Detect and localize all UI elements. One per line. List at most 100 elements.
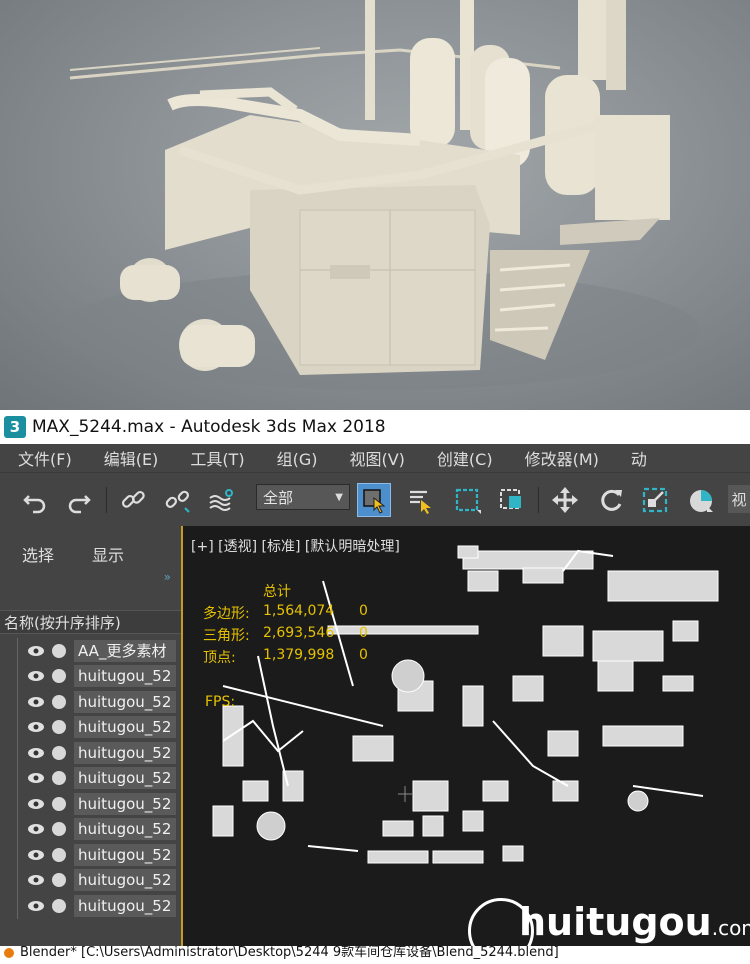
list-item[interactable]: huitugou_52 (0, 663, 181, 689)
menu-tools[interactable]: 工具(T) (190, 446, 244, 470)
list-item[interactable]: huitugou_52 (0, 893, 181, 919)
list-item-label: huitugou_52 (74, 843, 176, 866)
freeze-dot-icon[interactable] (52, 822, 66, 837)
stats-row-value: 1,564,074 (263, 603, 335, 619)
menu-modifiers[interactable]: 修改器(M) (525, 446, 599, 470)
rectangular-selection-region-icon[interactable] (450, 483, 484, 517)
freeze-dot-icon[interactable] (52, 873, 66, 888)
list-item-label: huitugou_52 (74, 741, 176, 764)
visibility-eye-icon[interactable] (28, 721, 44, 733)
list-item-label: huitugou_52 (74, 869, 176, 892)
list-item-label: huitugou_52 (74, 818, 176, 841)
freeze-dot-icon[interactable] (52, 720, 66, 735)
selection-filter-dropdown[interactable]: 全部 ▼ (256, 484, 350, 510)
list-item[interactable]: huitugou_52 (0, 714, 181, 740)
blender-app-icon (4, 947, 14, 958)
main-toolbar: 全部 ▼ 视 (0, 472, 750, 527)
freeze-dot-icon[interactable] (52, 745, 66, 760)
list-item-label: huitugou_52 (74, 716, 176, 739)
visibility-eye-icon[interactable] (28, 823, 44, 835)
perspective-viewport[interactable]: [+] [透视] [标准] [默认明暗处理] 总计 多边形: 1,564,074… (181, 526, 750, 946)
scene-explorer: 选择 显示 » 名称(按升序排序) AA_更多素材 huitugou_52 hu… (0, 526, 181, 946)
toolbar-separator (106, 487, 107, 513)
list-item[interactable]: AA_更多素材 (0, 638, 181, 664)
visibility-eye-icon[interactable] (28, 874, 44, 886)
stats-row-selected: 0 (359, 647, 368, 663)
watermark-suffix: .com (711, 916, 750, 940)
select-object-button[interactable] (357, 483, 391, 517)
freeze-dot-icon[interactable] (52, 643, 66, 658)
blender-window-title: Blender* [C:\Users\Administrator\Desktop… (0, 946, 750, 960)
menu-group[interactable]: 组(G) (277, 446, 318, 470)
blender-title-text: Blender* [C:\Users\Administrator\Desktop… (20, 946, 559, 960)
visibility-eye-icon[interactable] (28, 849, 44, 861)
redo-icon[interactable] (62, 483, 96, 517)
menu-create[interactable]: 创建(C) (437, 446, 493, 470)
freeze-dot-icon[interactable] (52, 694, 66, 709)
industrial-equipment-render (60, 0, 700, 390)
expand-chevron-icon[interactable]: » (164, 570, 171, 584)
list-item-label: huitugou_52 (74, 767, 176, 790)
freeze-dot-icon[interactable] (52, 669, 66, 684)
freeze-dot-icon[interactable] (52, 771, 66, 786)
stats-row-label: 三角形: (203, 628, 250, 644)
list-item-label: huitugou_52 (74, 792, 176, 815)
move-icon[interactable] (548, 483, 582, 517)
stats-triangles: 三角形: 2,693,546 0 (203, 625, 368, 647)
stats-total-label: 总计 (263, 584, 291, 600)
freeze-dot-icon[interactable] (52, 796, 66, 811)
visibility-eye-icon[interactable] (28, 645, 44, 657)
visibility-eye-icon[interactable] (28, 798, 44, 810)
list-item[interactable]: huitugou_52 (0, 740, 181, 766)
render-preview (0, 0, 750, 410)
visibility-eye-icon[interactable] (28, 747, 44, 759)
stats-vertices: 顶点: 1,379,998 0 (203, 647, 368, 669)
placement-icon[interactable] (684, 483, 718, 517)
list-item-label: AA_更多素材 (74, 639, 176, 662)
list-item-label: huitugou_52 (74, 665, 176, 688)
visibility-eye-icon[interactable] (28, 900, 44, 912)
undo-icon[interactable] (18, 483, 52, 517)
stats-row-label: 顶点: (203, 650, 236, 666)
menu-views[interactable]: 视图(V) (349, 446, 404, 470)
tab-display[interactable]: 显示 (92, 542, 124, 566)
select-by-name-icon[interactable] (404, 483, 438, 517)
stats-row-value: 2,693,546 (263, 625, 335, 641)
list-item[interactable]: huitugou_52 (0, 689, 181, 715)
statistics-overlay: 总计 多边形: 1,564,074 0 三角形: 2,693,546 0 顶点:… (203, 581, 368, 669)
visibility-eye-icon[interactable] (28, 696, 44, 708)
menu-file[interactable]: 文件(F) (18, 446, 72, 470)
view-dropdown[interactable]: 视 (728, 485, 750, 513)
scale-icon[interactable] (638, 483, 672, 517)
bind-spacewarp-icon[interactable] (204, 483, 238, 517)
stats-row-selected: 0 (359, 625, 368, 641)
stats-polygons: 多边形: 1,564,074 0 (203, 603, 368, 625)
list-item[interactable]: huitugou_52 (0, 816, 181, 842)
freeze-dot-icon[interactable] (52, 898, 66, 913)
watermark-text: huitugou (519, 900, 712, 944)
toolbar-separator (538, 487, 539, 513)
menu-bar: 文件(F) 编辑(E) 工具(T) 组(G) 视图(V) 创建(C) 修改器(M… (0, 444, 750, 472)
visibility-eye-icon[interactable] (28, 772, 44, 784)
watermark: huitugou.com (465, 900, 750, 944)
viewport-label[interactable]: [+] [透视] [标准] [默认明暗处理] (191, 536, 400, 556)
unlink-icon[interactable] (160, 483, 194, 517)
window-crossing-icon[interactable] (494, 483, 528, 517)
freeze-dot-icon[interactable] (52, 847, 66, 862)
column-header-name[interactable]: 名称(按升序排序) (0, 610, 181, 634)
list-item[interactable]: huitugou_52 (0, 867, 181, 893)
window-title: MAX_5244.max - Autodesk 3ds Max 2018 (32, 417, 386, 437)
list-item[interactable]: huitugou_52 (0, 765, 181, 791)
object-list: AA_更多素材 huitugou_52 huitugou_52 huitugou… (0, 638, 181, 919)
tab-select[interactable]: 选择 (22, 542, 54, 566)
visibility-eye-icon[interactable] (28, 670, 44, 682)
menu-edit[interactable]: 编辑(E) (104, 446, 159, 470)
window-titlebar: 3 MAX_5244.max - Autodesk 3ds Max 2018 (0, 410, 750, 444)
stats-row-label: 多边形: (203, 606, 250, 622)
list-item[interactable]: huitugou_52 (0, 791, 181, 817)
list-item[interactable]: huitugou_52 (0, 842, 181, 868)
link-icon[interactable] (116, 483, 150, 517)
list-item-label: huitugou_52 (74, 894, 176, 917)
menu-animation[interactable]: 动 (631, 446, 647, 470)
rotate-icon[interactable] (594, 483, 628, 517)
